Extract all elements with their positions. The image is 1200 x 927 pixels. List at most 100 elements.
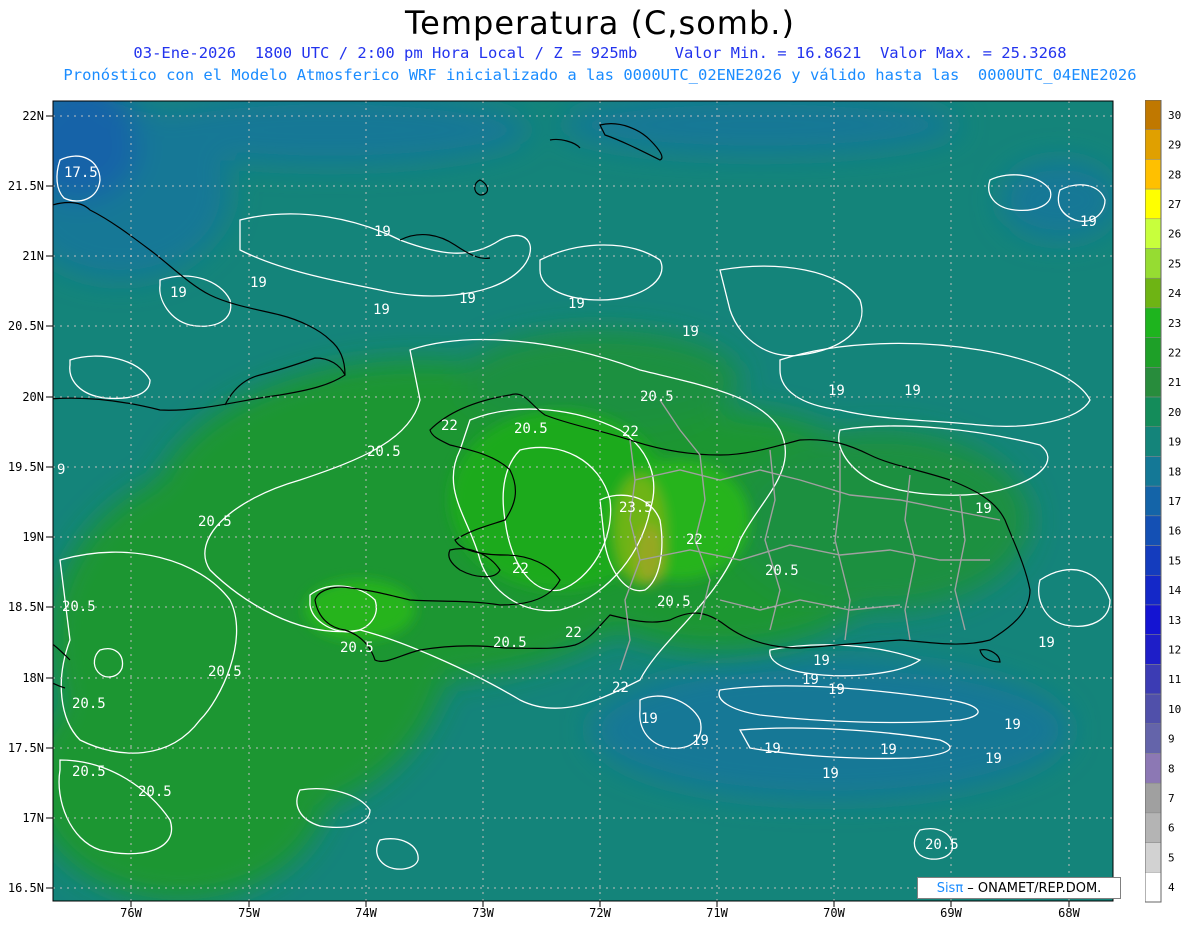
lon-label: 72W (589, 906, 611, 920)
contour-label: 22 (622, 424, 639, 440)
contour-label: 19 (822, 766, 839, 782)
colorbar-swatch (1145, 426, 1162, 457)
latitude-labels: 22N 21.5N 21N 20.5N 20N 19.5N 19N 18.5N … (8, 109, 44, 895)
lat-label: 20N (22, 390, 44, 404)
contour-label: 22 (686, 532, 703, 548)
colorbar-swatch (1145, 753, 1162, 784)
lat-label: 19.5N (8, 460, 44, 474)
lon-label: 73W (472, 906, 494, 920)
contour-label: 20.5 (493, 635, 527, 651)
colorbar-swatch (1145, 129, 1162, 160)
colorbar-label: 6 (1168, 822, 1175, 835)
colorbar-label: 17 (1168, 495, 1181, 508)
colorbar-label: 8 (1168, 762, 1175, 775)
contour-label: 20.5 (925, 837, 959, 853)
colorbar-label: 29 (1168, 139, 1181, 152)
contour-label: 19 (250, 275, 267, 291)
contour-label: 20.5 (514, 421, 548, 437)
contour-label: 19 (692, 733, 709, 749)
sispi-logo-text: Sisπ (936, 881, 964, 896)
colorbar-swatch (1145, 782, 1162, 814)
colorbar-label: 16 (1168, 525, 1181, 538)
lat-label: 21.5N (8, 179, 44, 193)
contour-label: 20.5 (640, 389, 674, 405)
contour-label: 19 (1004, 717, 1021, 733)
colorbar-label: 28 (1168, 168, 1181, 181)
contour-label: 23.5 (619, 500, 653, 516)
contour-label: 22 (612, 680, 629, 696)
colorbar-swatch (1145, 307, 1162, 338)
lon-label: 76W (120, 906, 142, 920)
credit-text: – ONAMET/REP.DOM. (963, 881, 1102, 896)
temperature-map: 17.5 19 19 19 19 19 19 19 19 19 19 19 19… (8, 100, 1114, 920)
lon-label: 74W (355, 906, 377, 920)
colorbar-swatch (1145, 723, 1162, 754)
colorbar-swatch (1145, 188, 1162, 220)
contour-label: 19 (1038, 635, 1055, 651)
lat-label: 17.5N (8, 741, 44, 755)
contour-label: 19 (641, 711, 658, 727)
contour-label: 19 (764, 741, 781, 757)
contour-label: 20.5 (208, 664, 242, 680)
lat-label: 16.5N (8, 881, 44, 895)
colorbar-swatch (1145, 812, 1162, 843)
contour-label: 17.5 (64, 165, 98, 181)
colorbar-swatch (1145, 634, 1162, 665)
colorbar-swatch (1145, 218, 1162, 249)
lat-label: 20.5N (8, 319, 44, 333)
contour-label: 20.5 (62, 599, 96, 615)
contour-label: 22 (441, 418, 458, 434)
colorbar-swatch (1145, 277, 1162, 309)
contour-label: 19 (682, 324, 699, 340)
contour-label: 19 (975, 501, 992, 517)
colorbar-swatch (1145, 337, 1162, 368)
contour-label: 20.5 (138, 784, 172, 800)
colorbar-label: 24 (1168, 287, 1182, 300)
contour-label: 19 (985, 751, 1002, 767)
colorbar-label: 23 (1168, 317, 1181, 330)
contour-label: 19 (828, 383, 845, 399)
colorbar-swatch (1145, 664, 1162, 695)
colorbar-swatch (1145, 456, 1162, 487)
lat-label: 18.5N (8, 600, 44, 614)
lat-label: 21N (22, 249, 44, 263)
contour-label: 22 (565, 625, 582, 641)
colorbar-swatch (1145, 545, 1162, 576)
colorbar-swatch (1145, 693, 1162, 725)
colorbar-swatch (1145, 159, 1162, 190)
contour-label: 20.5 (657, 594, 691, 610)
colorbar-label: 21 (1168, 376, 1181, 389)
colorbar-swatch (1145, 100, 1162, 130)
colorbar-label: 26 (1168, 228, 1181, 241)
lon-label: 71W (706, 906, 728, 920)
colorbar-label: 25 (1168, 257, 1181, 270)
longitude-ticks (130, 901, 1070, 907)
colorbar: 30 29 28 27 26 25 24 23 22 21 20 19 18 17 16 15 14 13 12 11… (1145, 100, 1182, 903)
contour-label: 20.5 (765, 563, 799, 579)
lat-label: 18N (22, 671, 44, 685)
colorbar-label: 7 (1168, 792, 1175, 805)
lat-label: 17N (22, 811, 44, 825)
contour-label: 19 (373, 302, 390, 318)
latitude-ticks (46, 115, 53, 889)
colorbar-swatch (1145, 842, 1162, 873)
contour-label: 22 (512, 561, 529, 577)
lon-label: 75W (238, 906, 260, 920)
colorbar-label: 22 (1168, 346, 1181, 359)
colorbar-label: 13 (1168, 614, 1181, 627)
colorbar-label: 11 (1168, 673, 1181, 686)
colorbar-swatch (1145, 396, 1162, 427)
contour-label: 19 (374, 224, 391, 240)
lat-label: 22N (22, 109, 44, 123)
colorbar-label: 9 (1168, 733, 1175, 746)
colorbar-label: 20 (1168, 406, 1181, 419)
colorbar-label: 14 (1168, 584, 1182, 597)
contour-label: 19 (568, 296, 585, 312)
colorbar-label: 5 (1168, 851, 1175, 864)
colorbar-label: 19 (1168, 436, 1181, 449)
colorbar-swatch (1145, 515, 1162, 546)
contour-label: 20.5 (72, 764, 106, 780)
lon-label: 69W (940, 906, 962, 920)
contour-label: 20.5 (367, 444, 401, 460)
contour-label: 19 (1080, 214, 1097, 230)
